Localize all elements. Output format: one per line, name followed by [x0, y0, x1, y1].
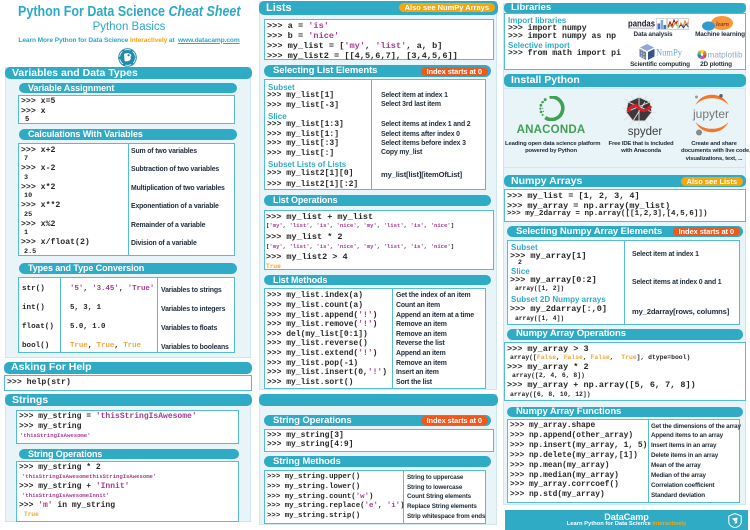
svg-text:NumPy: NumPy — [656, 48, 682, 58]
svg-text:learn: learn — [716, 22, 730, 28]
svg-text:matplotlib: matplotlib — [708, 51, 743, 60]
